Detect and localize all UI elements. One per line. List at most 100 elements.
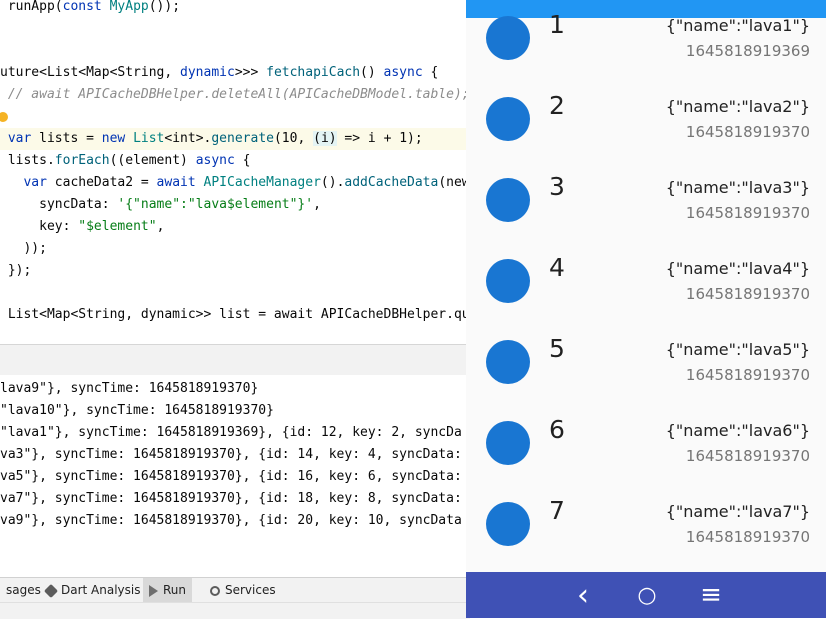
code-token: List<Map<String, dynamic>> list = await … (0, 307, 470, 322)
code-token: runApp( (0, 0, 63, 14)
code-token: uture<List<Map<String, (0, 65, 181, 80)
item-sync-data: {"name":"lava2"} (665, 97, 810, 116)
android-nav-bar: ‹ ○ ≡ (466, 572, 826, 618)
tab-run[interactable]: Run (143, 578, 193, 603)
code-token: fetchapiCach (266, 65, 361, 80)
item-number: 3 (549, 172, 565, 201)
item-sync-data: {"name":"lava4"} (665, 259, 810, 278)
code-token: var (0, 175, 55, 190)
tab-dart-analysis[interactable]: Dart Analysis (40, 578, 147, 603)
code-token: addCacheData (344, 175, 439, 190)
code-line[interactable]: uture<List<Map<String, dynamic>>> fetcha… (0, 62, 438, 84)
status-bar (0, 602, 470, 619)
code-token: '{"name":"lava$element"}' (117, 197, 314, 212)
item-sync-time: 1645818919370 (685, 447, 810, 465)
list-item[interactable]: 1 {"name":"lava1"} 1645818919369 (466, 0, 826, 61)
code-line[interactable]: }); (0, 260, 32, 282)
item-sync-time: 1645818919370 (685, 528, 810, 546)
emulator-screen: 1 {"name":"lava1"} 1645818919369 2 {"name":"… (466, 0, 826, 618)
avatar (486, 16, 530, 60)
list-item[interactable]: 7 {"name":"lava7"} 1645818919370 (466, 466, 826, 547)
services-icon (210, 585, 220, 596)
avatar (486, 178, 530, 222)
code-token: new (101, 131, 134, 146)
code-token: ()); (148, 0, 181, 14)
code-token: APICacheManager (203, 175, 321, 190)
tab-label: Dart Analysis (61, 583, 141, 597)
code-token: (i) (313, 131, 337, 146)
code-token: { (234, 153, 251, 168)
tab-label: Services (225, 583, 276, 597)
code-line[interactable]: var lists = new List<int>.generate(10, (… (0, 128, 470, 150)
code-token: key: (0, 219, 79, 234)
code-token: "$element" (78, 219, 157, 234)
code-token: >>> (234, 65, 267, 80)
code-line[interactable]: )); (0, 238, 47, 260)
list-item[interactable]: 3 {"name":"lava3"} 1645818919370 (466, 142, 826, 223)
console-line: "lava10"}, syncTime: 1645818919370} (0, 403, 274, 418)
avatar (486, 259, 530, 303)
code-token: const (62, 0, 110, 14)
back-icon: ‹ (577, 577, 589, 613)
list-item[interactable]: 4 {"name":"lava4"} 1645818919370 (466, 223, 826, 304)
code-token: (10, (273, 131, 314, 146)
code-line[interactable]: key: "$element", (0, 216, 164, 238)
tab-label: sages (6, 583, 41, 597)
code-token: List (133, 131, 165, 146)
code-token: (). (320, 175, 345, 190)
code-token: async (195, 153, 235, 168)
code-line[interactable]: runApp(const MyApp()); (0, 0, 180, 18)
item-sync-time: 1645818919370 (685, 204, 810, 222)
code-token: ((element) (109, 153, 196, 168)
dart-icon (43, 583, 59, 598)
list-item[interactable]: 2 {"name":"lava2"} 1645818919370 (466, 61, 826, 142)
list-item[interactable]: 5 {"name":"lava5"} 1645818919370 (466, 304, 826, 385)
tab-services[interactable]: Services (204, 578, 282, 603)
item-number: 1 (549, 10, 565, 39)
code-token: cacheData2 = (54, 175, 157, 190)
avatar (486, 340, 530, 384)
code-line[interactable]: // await APICacheDBHelper.deleteAll(APIC… (0, 84, 470, 106)
run-console[interactable]: lava9"}, syncTime: 1645818919370} "lava10… (0, 375, 470, 575)
item-number: 5 (549, 334, 565, 363)
back-button[interactable]: ‹ (563, 572, 603, 618)
code-token: () (360, 65, 384, 80)
item-sync-time: 1645818919369 (685, 42, 810, 60)
code-token: MyApp (109, 0, 149, 14)
item-number: 6 (549, 415, 565, 444)
code-line[interactable]: List<Map<String, dynamic>> list = await … (0, 304, 470, 326)
tool-window-bar: sages Dart Analysis Run Services (0, 577, 470, 603)
code-token: , (156, 219, 165, 234)
code-token: <int>. (164, 131, 212, 146)
code-token: , (313, 197, 321, 212)
code-token: lists. (0, 153, 55, 168)
recents-button[interactable]: ≡ (691, 572, 731, 618)
tab-label: Run (163, 583, 187, 597)
code-token: lists = (39, 131, 102, 146)
menu-icon: ≡ (700, 580, 722, 610)
code-token: => i + 1); (336, 131, 423, 146)
code-line[interactable]: syncData: '{"name":"lava$element"}', (0, 194, 321, 216)
avatar (486, 421, 530, 465)
code-token: dynamic (180, 65, 235, 80)
avatar (486, 97, 530, 141)
code-token: generate (211, 131, 274, 146)
code-line[interactable]: var cacheData2 = await APICacheManager()… (0, 172, 470, 194)
code-token: (new (438, 175, 470, 190)
item-sync-data: {"name":"lava6"} (665, 421, 810, 440)
console-line: va3"}, syncTime: 1645818919370}, {id: 14… (0, 447, 462, 462)
code-editor[interactable]: runApp(const MyApp()); uture<List<Map<Str… (0, 0, 470, 344)
run-icon (149, 584, 158, 597)
console-line: va5"}, syncTime: 1645818919370}, {id: 16… (0, 469, 462, 484)
home-button[interactable]: ○ (627, 572, 667, 618)
item-sync-time: 1645818919370 (685, 285, 810, 303)
item-sync-data: {"name":"lava3"} (665, 178, 810, 197)
console-line: va7"}, syncTime: 1645818919370}, {id: 18… (0, 491, 462, 506)
code-line[interactable]: lists.forEach((element) async { (0, 150, 251, 172)
panel-separator[interactable] (0, 344, 470, 376)
item-sync-time: 1645818919370 (685, 123, 810, 141)
item-sync-data: {"name":"lava7"} (665, 502, 810, 521)
code-token: syncData: (0, 197, 118, 212)
list-item[interactable]: 6 {"name":"lava6"} 1645818919370 (466, 385, 826, 466)
code-token: await (156, 175, 204, 190)
